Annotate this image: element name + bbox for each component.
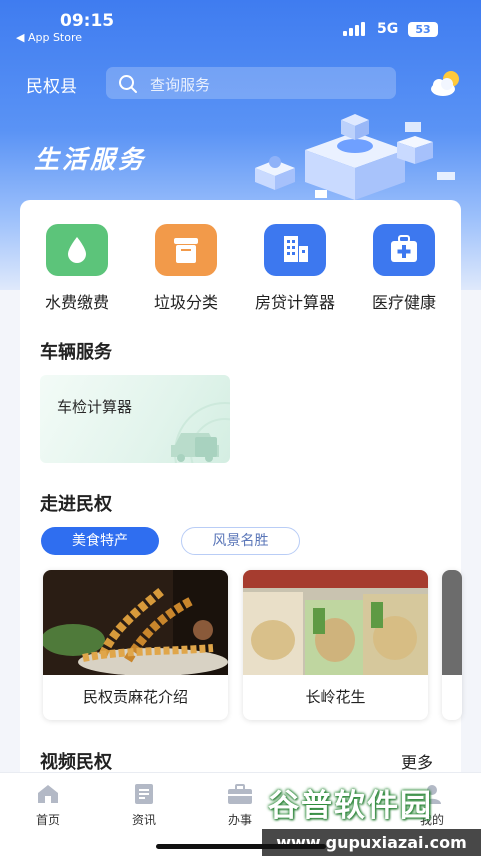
nav-services-label: 办事 xyxy=(227,813,252,827)
video-section-title: 视频民权 xyxy=(40,752,112,773)
search-icon xyxy=(119,75,137,93)
nav-services[interactable]: 办事 xyxy=(210,783,270,828)
trash-bin-icon xyxy=(155,224,217,276)
back-to-app-store-link[interactable]: ◀ App Store xyxy=(16,31,82,44)
mortgage-calculator-button[interactable]: 房贷计算器 xyxy=(240,224,350,313)
nav-home[interactable]: 首页 xyxy=(18,783,78,828)
medical-health-button[interactable]: 医疗健康 xyxy=(349,224,459,313)
partly-cloudy-icon[interactable] xyxy=(428,68,464,98)
briefcase-icon xyxy=(228,784,252,804)
vehicle-inspection-label: 车检计算器 xyxy=(57,398,133,416)
tab-food-specialties[interactable]: 美食特产 xyxy=(41,527,159,555)
water-drop-icon xyxy=(46,224,108,276)
garbage-sorting-button[interactable]: 垃圾分类 xyxy=(131,224,241,313)
more-videos-link[interactable]: 更多 xyxy=(401,749,433,773)
status-time: 09:15 xyxy=(60,11,115,31)
water-bill-label: 水费缴费 xyxy=(44,293,109,312)
watermark-url: www.gupuxiazai.com xyxy=(262,829,481,856)
garbage-sorting-label: 垃圾分类 xyxy=(153,293,218,312)
mortgage-calculator-label: 房贷计算器 xyxy=(254,293,335,312)
car-icon xyxy=(171,402,230,463)
place-card-next[interactable] xyxy=(442,570,462,720)
vehicle-inspection-calculator-card[interactable]: 车检计算器 xyxy=(40,375,230,463)
top-bar: 民权县 查询服务 xyxy=(0,64,481,102)
building-icon xyxy=(264,224,326,276)
intro-section-title: 走进民权 xyxy=(40,494,112,515)
search-input[interactable]: 查询服务 xyxy=(106,67,396,99)
hero-title: 生活服务 xyxy=(34,145,147,174)
place-card-peanut[interactable]: 长岭花生 xyxy=(243,570,428,720)
tab-scenic-spots[interactable]: 风景名胜 xyxy=(181,527,300,555)
city-illustration-icon xyxy=(255,114,455,200)
service-card: 水费缴费 垃圾分类 房贷计算器 医疗健康 车辆服务 车检计算器 走进民权 美食特… xyxy=(20,200,462,780)
battery-icon: 53 xyxy=(408,22,438,37)
home-indicator xyxy=(156,844,326,849)
network-type: 5G xyxy=(377,21,399,37)
search-placeholder: 查询服务 xyxy=(150,76,211,94)
next-card-image xyxy=(442,570,462,675)
signal-icon xyxy=(343,22,369,36)
medical-kit-icon xyxy=(373,224,435,276)
mahua-caption: 民权贡麻花介绍 xyxy=(82,688,188,706)
water-bill-button[interactable]: 水费缴费 xyxy=(22,224,132,313)
vehicle-section-title: 车辆服务 xyxy=(40,342,112,363)
watermark-title: 谷普软件园 xyxy=(268,788,433,824)
medical-health-label: 医疗健康 xyxy=(371,293,436,312)
peanut-caption: 长岭花生 xyxy=(305,688,366,706)
nav-news-label: 资讯 xyxy=(131,813,156,827)
place-card-mahua[interactable]: 民权贡麻花介绍 xyxy=(43,570,228,720)
mahua-image xyxy=(43,570,228,675)
location-selector[interactable]: 民权县 xyxy=(26,72,77,97)
nav-news[interactable]: 资讯 xyxy=(114,783,174,828)
news-icon xyxy=(135,784,153,804)
nav-home-label: 首页 xyxy=(35,813,60,827)
status-bar: 09:15 ◀ App Store 5G 53 xyxy=(0,0,481,50)
home-icon xyxy=(38,785,58,803)
peanut-image xyxy=(243,570,428,675)
